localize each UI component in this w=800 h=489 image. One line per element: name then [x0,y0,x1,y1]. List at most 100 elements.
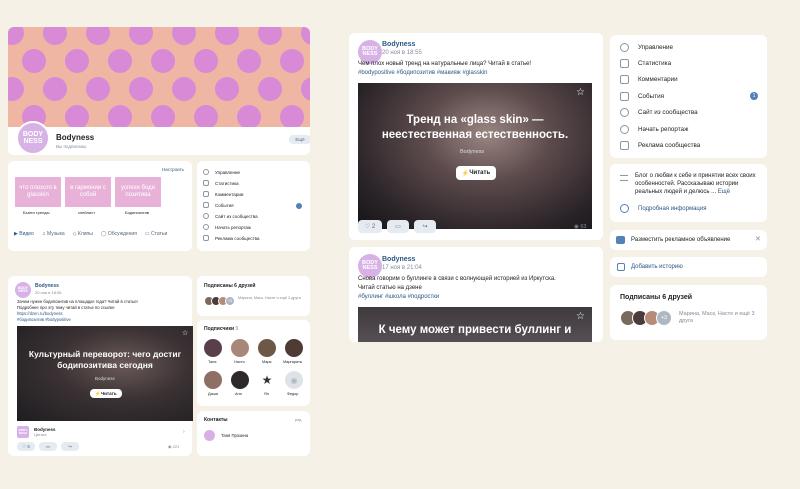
subscriber-name[interactable]: Аня [235,392,242,396]
post-author[interactable]: Bodyness [382,256,415,263]
subscriber-name[interactable]: Даша [208,392,218,396]
megaphone-icon [203,235,209,241]
post-image[interactable]: ☆ Тренд на «glass skin» — неестественная… [358,83,592,229]
subscriber-avatar[interactable] [204,339,222,357]
post-image-title: Тренд на «glass skin» — неестественная е… [381,114,569,141]
friends-more[interactable]: +3 [656,310,672,326]
subscriber-name[interactable]: Настя [234,360,245,364]
menu-item-events[interactable]: События [620,92,664,101]
post-image[interactable]: ☆ Культурный переворот: чего достиг боди… [17,326,193,421]
subscriber-name[interactable]: Маря [262,360,271,364]
share-button[interactable]: ↪ [61,442,79,451]
stories-settings-link[interactable]: Настроить [162,167,184,172]
subscriber-avatar[interactable] [258,339,276,357]
subscriber-avatar[interactable] [231,371,249,389]
more-button[interactable]: Ещё [289,135,310,144]
menu-item-site[interactable]: Сайт из сообщества [620,108,698,117]
contact-avatar[interactable] [204,430,215,441]
comment-button[interactable]: ▭ [39,442,57,451]
profile-avatar[interactable]: BODY NESS [16,121,50,155]
post-link[interactable]: https://dzen.ru/bodyness [17,311,63,316]
subscriber-name[interactable]: Ян [264,392,269,396]
footer-avatar[interactable]: BODY NESS [17,426,29,438]
info-icon [620,204,629,213]
menu-item-ads[interactable]: Реклама сообщества [203,235,260,241]
subscriber-avatar[interactable]: ★ [258,371,276,389]
story-add-icon [617,263,625,271]
read-button[interactable]: ⚡ Читать [90,389,122,398]
menu-item-live[interactable]: Начать репортаж [620,125,688,134]
menu-item-comments[interactable]: Комментарии [203,191,243,197]
menu-item-manage[interactable]: Управление [620,43,673,52]
contact-name[interactable]: Таня Прохина [221,433,248,438]
ad-banner[interactable]: Разместить рекламное объявление ✕ [610,230,767,250]
post-tags[interactable]: #bodypositive #бодипозитив #макияж #glas… [358,70,487,76]
story-item[interactable]: в гармонии с собой [65,177,111,207]
story-item[interactable]: что плохого в glasskin [15,177,61,207]
calendar-icon [620,92,629,101]
friends-title[interactable]: Подписаны 6 друзей [204,283,255,289]
menu-item-stats[interactable]: Статистика [620,59,671,68]
subscriber-avatar[interactable] [204,371,222,389]
post-date[interactable]: 20 ноя в 18:55 [35,290,62,295]
contacts-title[interactable]: Контакты [204,417,228,423]
story-item[interactable]: успехи боди позитива [115,177,161,207]
post-author-avatar[interactable]: BODY NESS [358,254,382,278]
subscriber-name[interactable]: Маргарита [283,360,302,364]
post-date[interactable]: 20 ноя в 18:55 [382,50,422,56]
subscriber-avatar[interactable] [231,339,249,357]
post-image-brand: Bodyness [460,149,485,155]
subscribers-title[interactable]: Подписчики 9 [204,326,238,332]
comment-button[interactable]: ▭ [387,220,409,233]
menu-item-live[interactable]: Начать репортаж [203,224,251,230]
like-button[interactable]: ♡ 6 [17,442,35,451]
post-date[interactable]: 17 ноя в 21:04 [382,265,422,271]
post-image[interactable]: ☆ К чему может привести буллинг и [358,307,592,342]
subscriber-avatar[interactable]: ◉ [285,371,303,389]
post-tags[interactable]: #бодипозитив #bodypositive [17,317,71,322]
menu-item-comments[interactable]: Комментарии [620,75,678,84]
tab-clips[interactable]: ◇ Клипы [73,231,93,237]
post-author-avatar[interactable]: BODY NESS [15,282,31,298]
bookmark-icon[interactable]: ☆ [182,329,188,337]
menu-item-events[interactable]: События [203,202,234,208]
like-button[interactable]: ♡ 2 [358,220,382,233]
about-card: Блог о любви к себе и принятии всех свои… [610,164,767,222]
tab-discussions[interactable]: ◯ Обсуждения [101,231,137,237]
broadcast-icon [203,224,209,230]
friends-names: Марина, Маск, Насте и ещё 3 друга [679,311,755,325]
bookmark-icon[interactable]: ☆ [576,311,585,322]
chevron-right-icon[interactable]: › [183,429,185,435]
friends-title[interactable]: Подписаны 6 друзей [620,294,692,301]
close-icon[interactable]: ✕ [755,235,761,243]
tab-articles[interactable]: ▭ Статьи [145,231,167,237]
post-image-brand: Bodyness [95,376,115,381]
menu-item-manage[interactable]: Управление [203,169,240,175]
tab-music[interactable]: ♫ Музыка [42,231,65,237]
post-tags[interactable]: #буллинг #школа #подростки [358,294,439,300]
post-author[interactable]: Bodyness [35,283,59,289]
share-icon: ↪ [422,224,428,230]
about-more-link[interactable]: Ещё [718,189,730,195]
menu-item-site[interactable]: Сайт из сообщества [203,213,258,219]
share-button[interactable]: ↪ [414,220,436,233]
subscriber-name[interactable]: Федор [287,392,298,396]
menu-item-stats[interactable]: Статистика [203,180,239,186]
add-story-card[interactable]: Добавить историю [610,257,767,277]
subscriber-avatar[interactable] [285,339,303,357]
contacts-edit[interactable]: ред. [295,418,302,422]
subscriber-name[interactable]: Таня [208,360,216,364]
about-text: Блог о любви к себе и принятии всех свои… [635,173,756,196]
post-author[interactable]: Bodyness [382,41,415,48]
views-count: ◉ 221 [168,444,180,449]
tab-video[interactable]: ▶ Видео [14,231,34,237]
lightning-icon: ⚡ [461,170,470,177]
about-info-link[interactable]: Подробная информация [620,204,706,213]
stats-icon [620,59,629,68]
menu-item-ads[interactable]: Реклама сообщества [620,141,700,150]
views-count: ◉ 63 [574,224,587,230]
read-button[interactable]: ⚡ Читать [456,166,496,180]
friends-more[interactable]: +3 [225,296,235,306]
events-badge: 1 [750,92,758,100]
bookmark-icon[interactable]: ☆ [576,87,585,98]
